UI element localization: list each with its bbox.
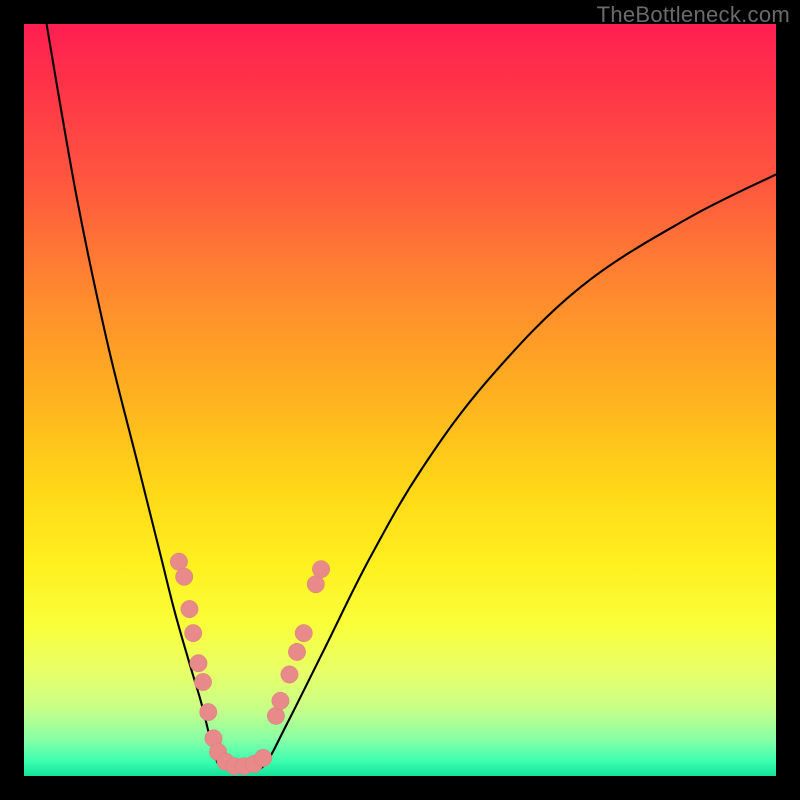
data-point-right — [288, 643, 305, 660]
data-point-right — [281, 666, 298, 683]
curve-group — [47, 24, 776, 769]
data-point-right — [295, 624, 312, 641]
data-point-left — [194, 673, 211, 690]
data-point-left — [254, 749, 271, 766]
data-point-left — [181, 600, 198, 617]
data-point-right — [272, 692, 289, 709]
data-point-left — [190, 655, 207, 672]
dots-group — [170, 553, 329, 775]
data-point-left — [185, 624, 202, 641]
data-point-left — [170, 553, 187, 570]
chart-svg — [24, 24, 776, 776]
data-point-left — [176, 568, 193, 585]
data-point-right — [267, 707, 284, 724]
data-point-right — [312, 561, 329, 578]
chart-frame: TheBottleneck.com — [0, 0, 800, 800]
data-point-left — [200, 703, 217, 720]
data-point-right — [307, 576, 324, 593]
bottleneck-curve — [47, 24, 776, 769]
